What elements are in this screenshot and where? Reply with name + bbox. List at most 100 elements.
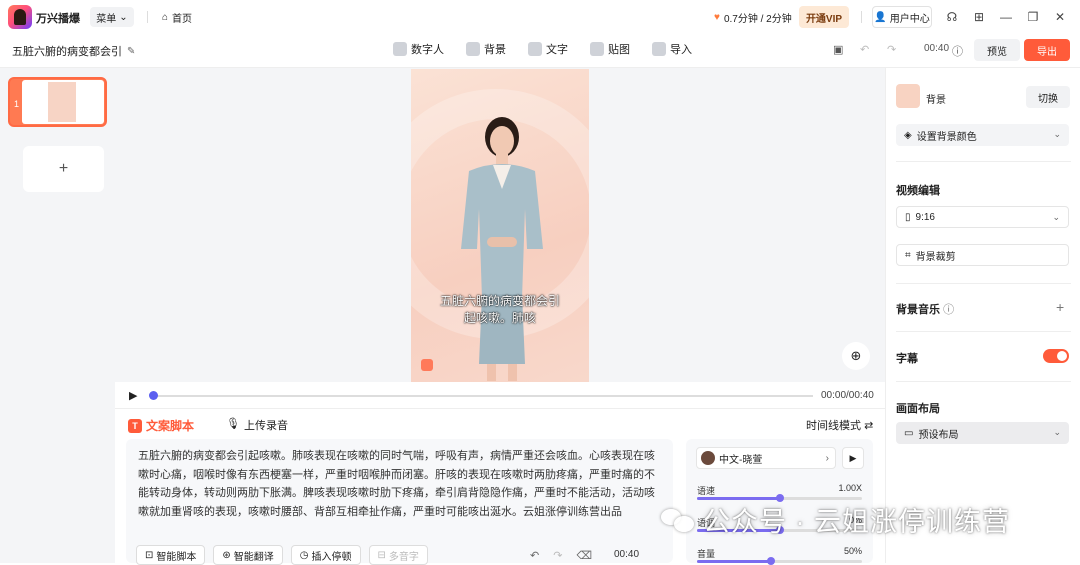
divider bbox=[896, 331, 1071, 332]
slide-preview bbox=[22, 80, 104, 124]
chevron-down-icon: ⌄ bbox=[1053, 129, 1061, 139]
timeline-scrubber[interactable] bbox=[149, 391, 158, 400]
tab-upload-audio[interactable]: 🎙 上传录音 bbox=[226, 417, 288, 433]
insert-tools: 数字人 背景 文字 贴图 导入 bbox=[393, 41, 692, 57]
button-label: 多音字 bbox=[388, 551, 419, 563]
minimize-icon[interactable]: — bbox=[998, 9, 1014, 25]
script-actions: ⊡ 智能脚本 ⊛ 智能翻译 ◷ 插入停顿 ⊟ 多音字 bbox=[136, 545, 428, 565]
divider bbox=[896, 283, 1071, 284]
home-label: 首页 bbox=[172, 14, 193, 25]
music-title-text: 背景音乐 bbox=[896, 304, 940, 316]
subtitle-title: 字幕 bbox=[896, 353, 918, 365]
slides-panel: 1 + bbox=[0, 68, 115, 563]
polyphone-icon: ⊟ bbox=[377, 549, 386, 561]
slider-handle[interactable] bbox=[767, 557, 776, 565]
volume-slider[interactable]: 音量 50% bbox=[697, 546, 862, 565]
play-icon[interactable]: ▶ bbox=[129, 389, 137, 402]
zoom-icon[interactable]: ⊕ bbox=[842, 342, 870, 370]
canvas-area: 五脏六腑的病变都会引 起咳嗽。肺咳 ⊕ bbox=[115, 68, 885, 382]
menu-button[interactable]: 菜单 ⌄ bbox=[90, 7, 134, 27]
tool-label: 文字 bbox=[546, 44, 568, 56]
button-label: 智能翻译 bbox=[233, 551, 274, 563]
preview-button[interactable]: 预览 bbox=[974, 39, 1020, 61]
redo-icon[interactable]: ↷ bbox=[887, 43, 896, 56]
insert-pause-button[interactable]: ◷ 插入停顿 bbox=[290, 545, 361, 565]
button-label: 插入停顿 bbox=[311, 551, 352, 563]
time-display: 00:00/00:40 bbox=[821, 390, 874, 401]
tool-sticker[interactable]: 贴图 bbox=[590, 41, 630, 57]
video-preview[interactable]: 五脏六腑的病变都会引 起咳嗽。肺咳 bbox=[411, 69, 589, 382]
tool-text[interactable]: 文字 bbox=[528, 41, 568, 57]
script-text[interactable]: 五脏六腑的病变都会引起咳嗽。肺咳表现在咳嗽的同时气喘，呼吸有声，病情严重还会咳血… bbox=[138, 447, 664, 521]
restore-icon[interactable]: ❐ bbox=[1025, 9, 1041, 25]
chevron-down-icon: ⌄ bbox=[1052, 212, 1060, 222]
subtitle-overlay[interactable]: 五脏六腑的病变都会引 起咳嗽。肺咳 bbox=[411, 293, 589, 327]
voice-play-button[interactable]: ▶ bbox=[842, 447, 864, 469]
close-icon[interactable]: ✕ bbox=[1052, 9, 1068, 25]
edit-icon[interactable]: ✎ bbox=[127, 46, 135, 57]
slider-label: 音量 bbox=[697, 549, 716, 559]
clock-icon: ◷ bbox=[299, 549, 309, 561]
background-crop-button[interactable]: ⌗ 背景裁剪 bbox=[896, 244, 1069, 266]
undo-icon[interactable]: ↶ bbox=[860, 43, 869, 56]
grid-icon[interactable]: ⊞ bbox=[971, 9, 987, 25]
script-editor[interactable]: 五脏六腑的病变都会引起咳嗽。肺咳表现在咳嗽的同时气喘，呼吸有声，病情严重还会咳血… bbox=[126, 439, 673, 565]
save-icon[interactable]: ▣ bbox=[833, 43, 843, 56]
speed-slider[interactable]: 语速 1.00X bbox=[697, 483, 862, 502]
brand-watermark-icon bbox=[421, 359, 433, 371]
background-color-dropdown[interactable]: ◈ 设置背景颜色 ⌄ bbox=[896, 124, 1069, 146]
export-button[interactable]: 导出 bbox=[1024, 39, 1070, 61]
button-label: 背景裁剪 bbox=[915, 251, 956, 263]
subtitle-line-1: 五脏六腑的病变都会引 bbox=[439, 294, 560, 308]
voice-selector[interactable]: 中文-晓萱 › bbox=[696, 447, 836, 469]
slider-label: 语速 bbox=[697, 486, 716, 496]
undo-icon[interactable]: ↶ bbox=[530, 549, 539, 562]
crop-icon: ⌗ bbox=[905, 249, 911, 261]
add-slide-button[interactable]: + bbox=[23, 146, 104, 192]
timeline-mode-toggle[interactable]: 时间线模式 ⇄ bbox=[806, 417, 873, 433]
subtitle-toggle[interactable] bbox=[1043, 349, 1069, 363]
tool-background[interactable]: 背景 bbox=[466, 41, 506, 57]
help-icon[interactable]: ⓘ bbox=[952, 43, 963, 59]
switch-background-button[interactable]: 切换 bbox=[1026, 86, 1070, 108]
user-icon: 👤 bbox=[874, 11, 887, 23]
paint-bucket-icon: ◈ bbox=[904, 129, 912, 141]
user-center-button[interactable]: 👤 用户中心 bbox=[872, 6, 932, 28]
total-duration: 00:40 bbox=[924, 43, 950, 54]
smart-translate-button[interactable]: ⊛ 智能翻译 bbox=[213, 545, 283, 565]
button-label: 智能脚本 bbox=[156, 551, 197, 563]
music-title: 背景音乐 ⓘ bbox=[896, 301, 954, 317]
polyphone-button[interactable]: ⊟ 多音字 bbox=[368, 545, 428, 565]
slide-preview-image bbox=[48, 82, 76, 122]
add-music-icon[interactable]: + bbox=[1056, 299, 1064, 315]
phone-icon: ▯ bbox=[905, 211, 911, 223]
digital-human-avatar[interactable] bbox=[447, 109, 557, 381]
home-link[interactable]: ⌂ 首页 bbox=[162, 10, 192, 25]
tool-import[interactable]: 导入 bbox=[652, 41, 692, 57]
vip-button[interactable]: 开通VIP bbox=[799, 6, 849, 28]
slide-thumbnail[interactable]: 1 bbox=[8, 77, 107, 127]
import-icon bbox=[652, 42, 666, 56]
background-thumbnail bbox=[896, 84, 920, 108]
project-title[interactable]: 五脏六腑的病变都会引 ✎ bbox=[12, 43, 135, 59]
headset-icon[interactable]: ☊ bbox=[944, 9, 960, 25]
project-title-text: 五脏六腑的病变都会引 bbox=[12, 46, 122, 58]
tab-script[interactable]: T 文案脚本 bbox=[128, 417, 194, 434]
redo-icon[interactable]: ↷ bbox=[553, 549, 562, 562]
translate-icon: ⊛ bbox=[222, 549, 231, 561]
dropdown-label: 预设布局 bbox=[918, 429, 959, 441]
voice-name: 中文-晓萱 bbox=[719, 454, 763, 466]
layout-dropdown[interactable]: ▭ 预设布局 ⌄ bbox=[896, 422, 1069, 444]
aspect-ratio-dropdown[interactable]: ▯ 9:16 ⌄ bbox=[896, 206, 1069, 228]
swap-icon: ⇄ bbox=[864, 420, 874, 432]
mode-label: 时间线模式 bbox=[806, 420, 861, 432]
tool-digital-human[interactable]: 数字人 bbox=[393, 41, 444, 57]
timeline-track[interactable] bbox=[153, 395, 813, 397]
video-edit-title: 视频编辑 bbox=[896, 185, 940, 197]
clear-icon[interactable]: ⌫ bbox=[576, 549, 592, 562]
menu-label: 菜单 bbox=[96, 13, 117, 25]
heart-icon: ♥ bbox=[714, 12, 720, 23]
help-icon[interactable]: ⓘ bbox=[943, 304, 954, 316]
quota-indicator: ♥ 0.7分钟 / 2分钟 bbox=[714, 10, 792, 25]
smart-script-button[interactable]: ⊡ 智能脚本 bbox=[136, 545, 206, 565]
